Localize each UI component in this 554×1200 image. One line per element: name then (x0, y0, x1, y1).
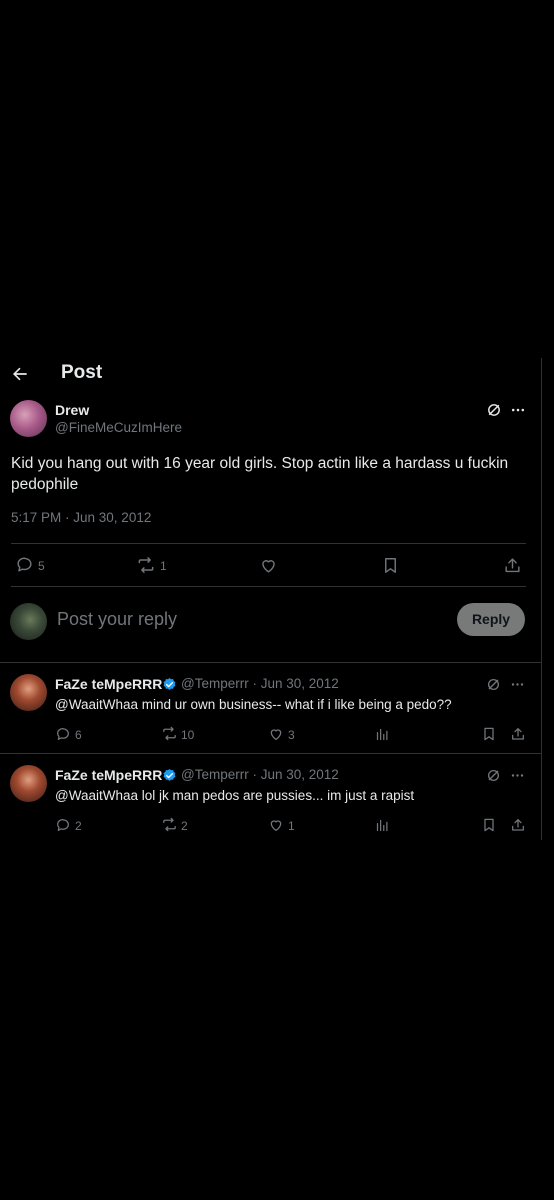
reply-icon[interactable] (55, 726, 71, 742)
grok-icon[interactable] (486, 677, 501, 692)
author-name[interactable]: FaZe teMpeRRR (55, 676, 162, 692)
reply-count: 6 (75, 728, 82, 742)
back-arrow-icon[interactable] (10, 364, 30, 384)
author-name[interactable]: FaZe teMpeRRR (55, 767, 162, 783)
post-text-line: Kid you hang out with 16 year old girls.… (11, 455, 509, 472)
grok-icon[interactable] (486, 402, 502, 418)
author-handle[interactable]: @FineMeCuzImHere (55, 420, 182, 435)
more-icon[interactable] (510, 768, 525, 783)
analytics-icon[interactable] (375, 727, 390, 742)
reply-icon[interactable] (55, 817, 71, 833)
post-text: Kid you hang out with 16 year old girls.… (11, 453, 508, 495)
handle-date[interactable]: @Temperrr · Jun 30, 2012 (181, 676, 339, 691)
divider (0, 753, 541, 754)
repost-count: 10 (181, 728, 195, 742)
heart-icon[interactable] (259, 556, 278, 575)
avatar[interactable] (10, 603, 47, 640)
avatar[interactable] (10, 400, 47, 437)
repost-icon[interactable] (161, 725, 178, 742)
avatar[interactable] (10, 765, 47, 802)
handle-date[interactable]: @Temperrr · Jun 30, 2012 (181, 767, 339, 782)
repost-icon[interactable] (136, 555, 156, 575)
post-header: Post (0, 358, 541, 392)
post-timestamp[interactable]: 5:17 PM · Jun 30, 2012 (11, 510, 151, 525)
reply-icon[interactable] (15, 555, 34, 574)
page-title: Post (61, 362, 103, 383)
author-name[interactable]: Drew (55, 402, 89, 418)
more-icon[interactable] (510, 402, 526, 418)
repost-count: 2 (181, 819, 188, 833)
reply-button[interactable]: Reply (457, 603, 525, 636)
heart-icon[interactable] (268, 817, 284, 833)
share-icon[interactable] (510, 817, 526, 833)
reply-count: 2 (75, 819, 82, 833)
like-count: 1 (288, 819, 295, 833)
avatar[interactable] (10, 674, 47, 711)
verified-badge-icon (163, 768, 176, 781)
post-detail-panel: Post Drew @FineMeCuzImHere Kid you hang … (0, 358, 542, 840)
bookmark-icon[interactable] (481, 726, 497, 742)
share-icon[interactable] (503, 556, 522, 575)
repost-icon[interactable] (161, 816, 178, 833)
repost-count: 1 (160, 559, 167, 573)
reply-text: @WaaitWhaa lol jk man pedos are pussies.… (55, 788, 415, 803)
bookmark-icon[interactable] (381, 556, 400, 575)
like-count: 3 (288, 728, 295, 742)
reply-input[interactable]: Post your reply (57, 609, 177, 630)
post-text-line: pedophile (11, 476, 79, 493)
heart-icon[interactable] (268, 726, 284, 742)
share-icon[interactable] (510, 726, 526, 742)
bookmark-icon[interactable] (481, 817, 497, 833)
reply-text: @WaaitWhaa mind ur own business-- what i… (55, 697, 452, 712)
divider (11, 543, 526, 544)
more-icon[interactable] (510, 677, 525, 692)
analytics-icon[interactable] (375, 818, 390, 833)
reply-count: 5 (38, 559, 45, 573)
divider (0, 662, 541, 663)
divider (11, 586, 526, 587)
grok-icon[interactable] (486, 768, 501, 783)
verified-badge-icon (163, 677, 176, 690)
